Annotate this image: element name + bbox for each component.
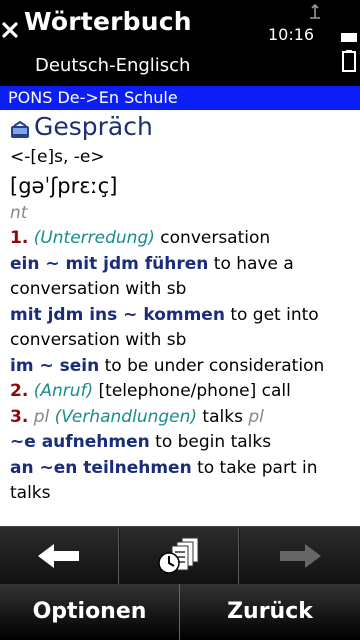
phrase-translation: to take part in: [191, 457, 318, 478]
phrase-3: im ~ sein to be under consideration: [10, 354, 360, 380]
gender-label: nt: [10, 202, 28, 223]
clock: 10:16: [268, 25, 315, 44]
close-icon: [2, 22, 18, 38]
sense-number: 3.: [10, 406, 29, 427]
signal-icon: [310, 3, 320, 19]
arrow-right-icon: [280, 544, 321, 568]
battery-icon: [342, 50, 356, 72]
phrase-4: ~e aufnehmen to begin talks: [10, 430, 360, 456]
close-button[interactable]: [0, 16, 22, 42]
next-entry-button[interactable]: [240, 527, 360, 585]
sense-translation: conversation: [154, 228, 271, 248]
phrase-1-cont: conversation with sb: [10, 279, 187, 299]
phrase-5: an ~en teilnehmen to take part in: [10, 456, 360, 482]
phrase-translation: to be under consideration: [99, 355, 325, 376]
sense-number: 2.: [10, 381, 29, 401]
entry-content: Gespräch <-[e]s, -e> [gəˈʃprɛːç] nt 1. (…: [0, 110, 360, 526]
phonetic-transcription: [gəˈʃprɛːç]: [10, 173, 118, 198]
phrase-2: mit jdm ins ~ kommen to get into: [10, 303, 360, 329]
phrase-text[interactable]: an ~en teilnehmen: [10, 458, 192, 478]
history-button[interactable]: [120, 527, 239, 585]
sense-translation: [telephone/phone] call: [93, 381, 291, 401]
sense-gloss: (Anruf): [33, 381, 94, 401]
toolbar: [0, 526, 360, 585]
phrase-1: ein ~ mit jdm führen to have a: [10, 252, 360, 278]
sense-gloss: (Unterredung): [33, 228, 155, 248]
phrase-translation: to have a: [208, 253, 294, 274]
sense-1: 1. (Unterredung) conversation: [10, 226, 360, 252]
sense-2: 2. (Anruf) [telephone/phone] call: [10, 379, 360, 405]
arrow-left-icon: [38, 544, 79, 568]
previous-entry-button[interactable]: [0, 527, 119, 585]
title-bar: Wörterbuch Deutsch-Englisch 10:16: [0, 0, 360, 86]
usage-label: pl: [33, 406, 50, 427]
phrase-translation: to begin talks: [149, 432, 272, 452]
sense-translation: talks: [197, 406, 249, 427]
options-button[interactable]: Optionen: [0, 584, 180, 640]
phrase-text[interactable]: ein ~ mit jdm führen: [10, 254, 208, 274]
phrase-text[interactable]: im ~ sein: [10, 356, 99, 376]
phrase-5-cont: talks: [10, 483, 51, 503]
phrase-text[interactable]: mit jdm ins ~ kommen: [10, 305, 225, 325]
entry-header: Gespräch: [10, 112, 360, 142]
usage-label: pl: [248, 406, 264, 427]
app-title: Wörterbuch: [24, 7, 192, 36]
grammar-info: <-[e]s, -e>: [10, 147, 105, 167]
phrase-text[interactable]: ~e aufnehmen: [10, 432, 150, 452]
sense-number: 1.: [10, 228, 29, 248]
app-subtitle: Deutsch-Englisch: [35, 55, 191, 76]
headword: Gespräch: [34, 112, 153, 141]
phrase-2-cont: conversation with sb: [10, 330, 187, 350]
dictionary-name-bar: PONS De->En Schule: [0, 86, 360, 110]
phrase-translation: to get into: [224, 304, 319, 325]
sense-gloss: (Verhandlungen): [54, 406, 198, 427]
softkey-bar: Optionen Zurück: [0, 584, 360, 640]
history-icon: [158, 537, 199, 574]
back-button[interactable]: Zurück: [180, 584, 360, 640]
speaker-icon[interactable]: [10, 121, 30, 139]
battery-level-icon: [341, 33, 357, 42]
sense-3: 3. pl (Verhandlungen) talks pl: [10, 405, 360, 431]
